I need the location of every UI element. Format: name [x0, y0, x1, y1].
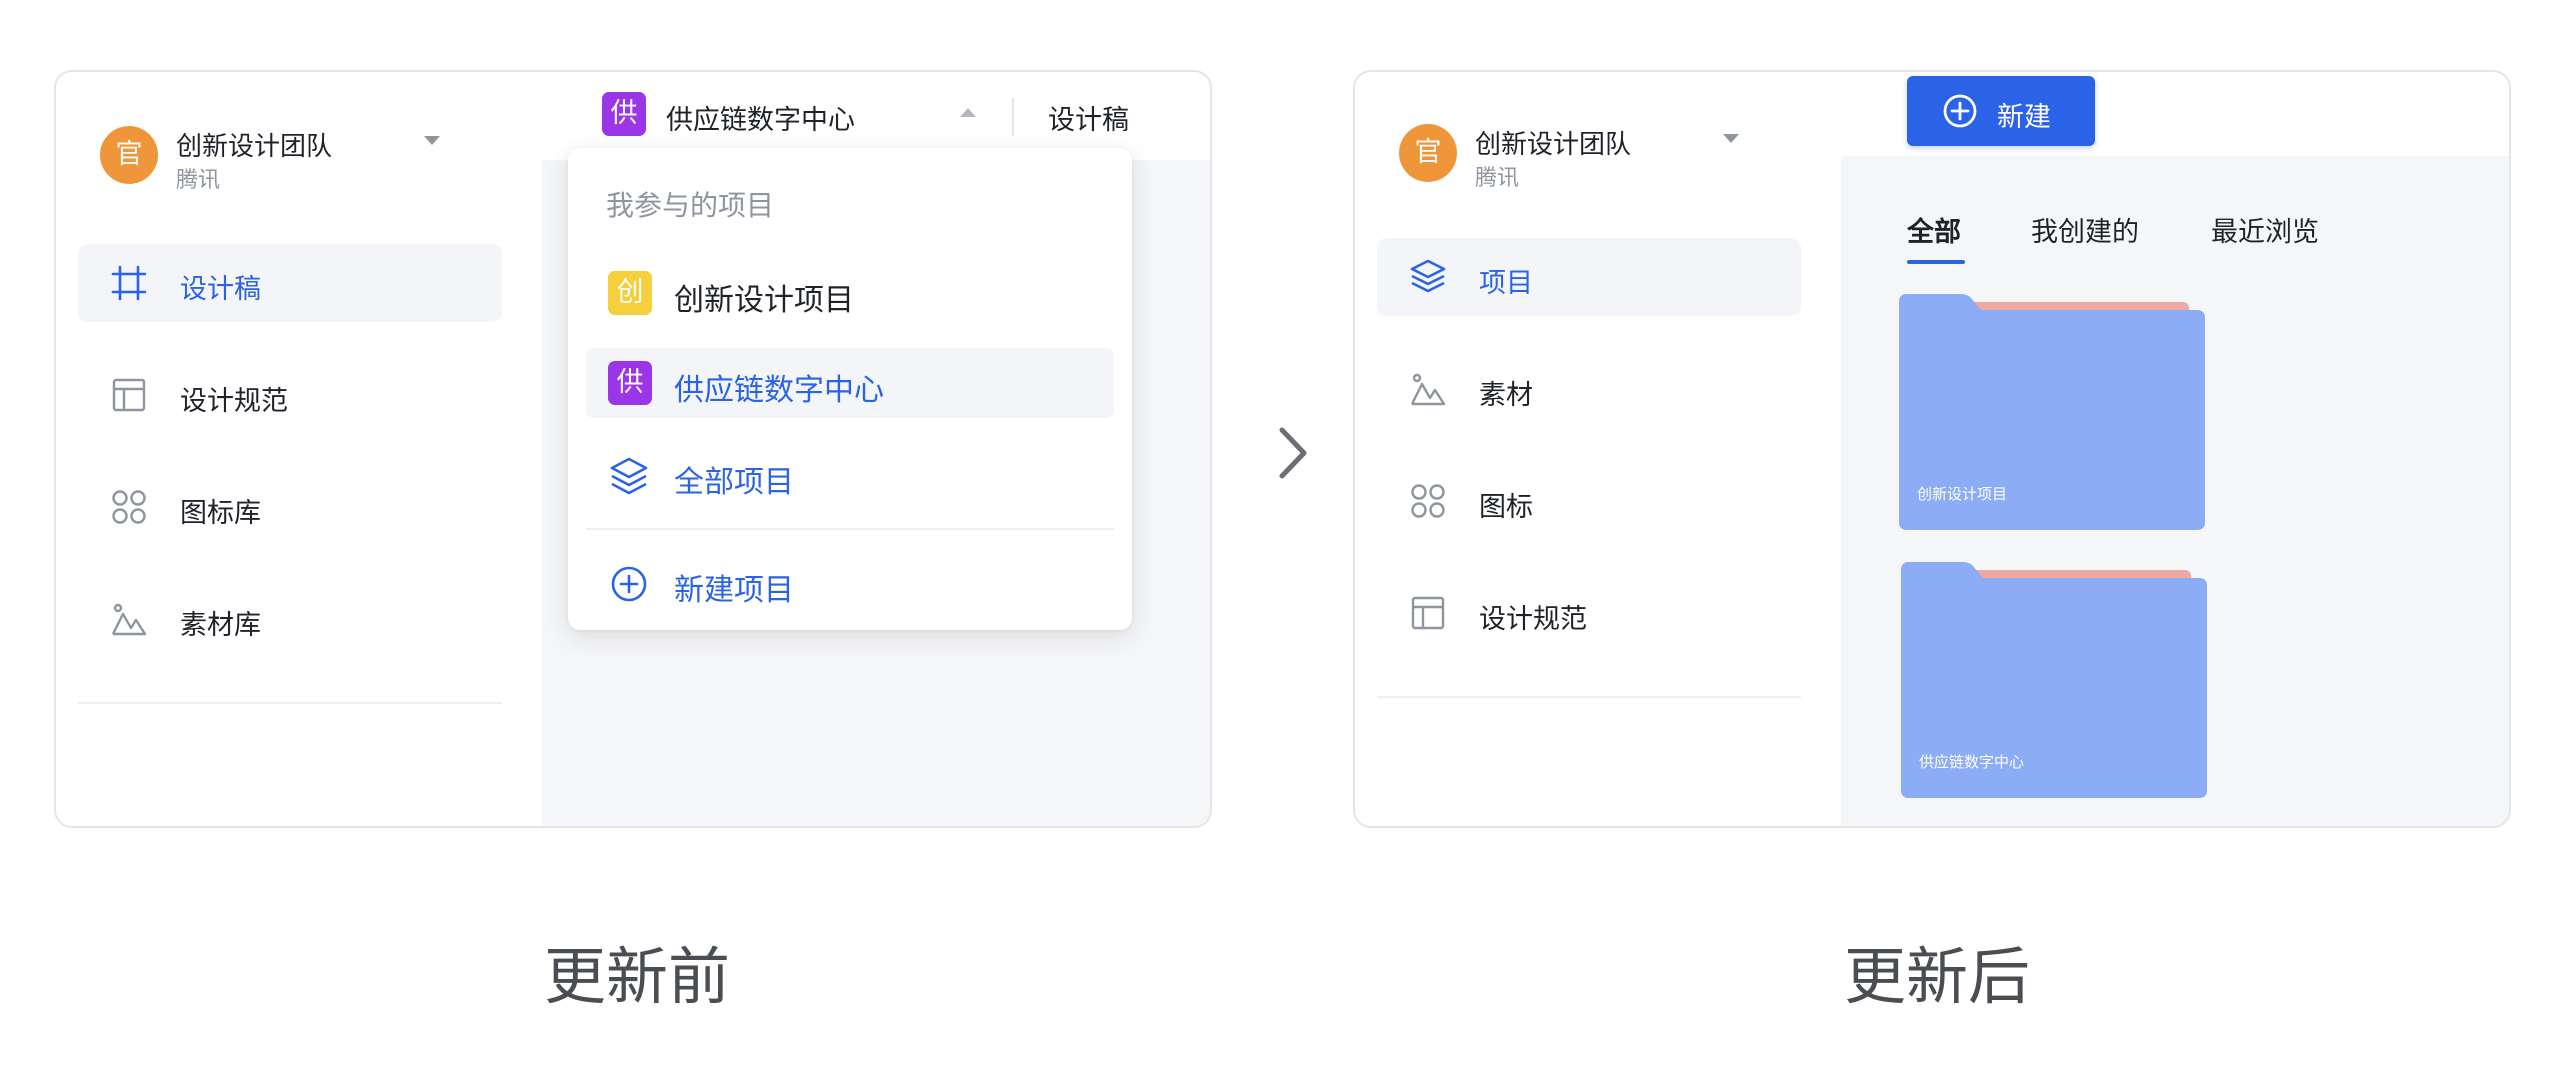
- caption-after: 更新后: [1844, 940, 2031, 1013]
- project-dropdown: 我参与的项目 创 创新设计项目 供 供应链数字中心 全部项目 新建项目: [568, 148, 1132, 630]
- layout-icon: [1411, 596, 1445, 630]
- sidebar-item-icon-library[interactable]: 图标库: [78, 468, 502, 546]
- before-topbar: 供 供应链数字中心 设计稿: [542, 72, 1210, 160]
- sidebar-item-label: 设计规范: [1479, 604, 1587, 635]
- sidebar-item-icons[interactable]: 图标: [1377, 462, 1801, 540]
- dropdown-item-all-projects[interactable]: 全部项目: [586, 440, 1114, 510]
- tab-all[interactable]: 全部: [1907, 210, 1961, 249]
- tab-recently-viewed[interactable]: 最近浏览: [2211, 210, 2319, 249]
- before-content: 供 供应链数字中心 设计稿 我参与的项目 创 创新设计项目 供 供应链数字中心 …: [542, 72, 1210, 826]
- sidebar-divider: [1377, 696, 1801, 698]
- tab-created-by-me[interactable]: 我创建的: [2031, 210, 2139, 249]
- chevron-down-icon[interactable]: [424, 136, 440, 145]
- dropdown-divider: [586, 528, 1114, 530]
- sidebar-item-label: 设计规范: [180, 386, 288, 417]
- team-name: 创新设计团队: [1475, 130, 1632, 160]
- sidebar-item-label: 项目: [1479, 268, 1533, 299]
- sidebar-item-design-specs[interactable]: 设计规范: [1377, 574, 1801, 652]
- dropdown-item-innovation-project[interactable]: 创 创新设计项目: [586, 258, 1114, 328]
- plus-circle-icon: [611, 566, 647, 602]
- dropdown-item-new-project[interactable]: 新建项目: [586, 548, 1114, 618]
- chevron-down-icon[interactable]: [1723, 134, 1739, 143]
- sidebar-item-design-specs[interactable]: 设计规范: [78, 356, 502, 434]
- project-badge: 供: [608, 361, 652, 405]
- mountain-image-icon: [1410, 373, 1446, 406]
- project-badge: 创: [608, 271, 652, 315]
- mountain-image-icon: [111, 603, 147, 636]
- new-button[interactable]: 新建: [1907, 76, 2095, 146]
- caption-before: 更新前: [544, 940, 731, 1013]
- tab-design-drafts[interactable]: 设计稿: [1048, 98, 1129, 137]
- team-avatar: 官: [100, 126, 158, 184]
- before-window: 官 创新设计团队 腾讯 设计稿 设计规范 图标库 素材库 供 供应链数字中心 设…: [54, 70, 1212, 828]
- frame-icon: [111, 265, 147, 301]
- team-org: 腾讯: [1475, 166, 1520, 191]
- folder-card[interactable]: 创新设计项目: [1899, 294, 2205, 530]
- dropdown-item-label: 供应链数字中心: [674, 373, 884, 408]
- sidebar-item-label: 图标: [1479, 492, 1533, 523]
- sidebar-item-assets[interactable]: 素材: [1377, 350, 1801, 428]
- icons-grid-icon: [1411, 484, 1445, 518]
- sidebar-item-label: 素材: [1479, 380, 1533, 411]
- team-name: 创新设计团队: [176, 132, 333, 162]
- icons-grid-icon: [112, 490, 146, 524]
- folder-card[interactable]: 供应链数字中心: [1901, 562, 2207, 798]
- team-org: 腾讯: [176, 168, 221, 193]
- sidebar-item-design-drafts[interactable]: 设计稿: [78, 244, 502, 322]
- after-sidebar: 官 创新设计团队 腾讯 项目 素材 图标 设计规范: [1355, 72, 1841, 826]
- layers-icon: [1410, 259, 1446, 293]
- sidebar-divider: [78, 702, 502, 704]
- sidebar-item-label: 素材库: [180, 610, 261, 641]
- active-tab-underline: [1907, 260, 1965, 264]
- sidebar-item-label: 图标库: [180, 498, 261, 529]
- dropdown-item-label: 全部项目: [674, 465, 794, 500]
- after-window: 官 创新设计团队 腾讯 项目 素材 图标 设计规范 新建 全部 我创建的 最近浏…: [1353, 70, 2511, 828]
- dropdown-item-supply-chain[interactable]: 供 供应链数字中心: [586, 348, 1114, 418]
- team-avatar: 官: [1399, 124, 1457, 182]
- layout-icon: [112, 378, 146, 412]
- sidebar-item-label: 设计稿: [180, 274, 261, 305]
- plus-circle-icon: [1943, 94, 1977, 128]
- project-title: 供应链数字中心: [666, 105, 855, 136]
- chevron-up-icon[interactable]: [960, 108, 976, 117]
- dropdown-item-label: 创新设计项目: [674, 283, 854, 318]
- dropdown-header: 我参与的项目: [606, 189, 775, 222]
- layers-icon: [610, 457, 648, 495]
- folder-label: 供应链数字中心: [1919, 753, 2025, 771]
- after-content: 新建 全部 我创建的 最近浏览 创新设计项目 供应链数字中心: [1841, 72, 2509, 826]
- after-topbar: 新建: [1841, 72, 2509, 156]
- sidebar-item-asset-library[interactable]: 素材库: [78, 580, 502, 658]
- folder-label: 创新设计项目: [1917, 485, 2008, 503]
- before-sidebar: 官 创新设计团队 腾讯 设计稿 设计规范 图标库 素材库: [56, 72, 542, 826]
- chevron-right-icon: [1279, 427, 1307, 479]
- sidebar-item-projects[interactable]: 项目: [1377, 238, 1801, 316]
- new-button-label: 新建: [1997, 102, 2051, 133]
- topbar-divider: [1012, 98, 1014, 136]
- dropdown-item-label: 新建项目: [674, 573, 794, 608]
- project-badge: 供: [602, 92, 646, 136]
